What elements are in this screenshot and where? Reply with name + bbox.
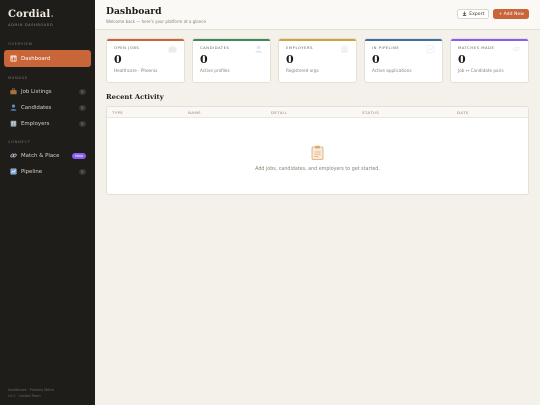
new-badge: New <box>72 152 86 159</box>
stat-accent-bar <box>193 39 270 41</box>
main-content: Dashboard Welcome back — here's your pla… <box>95 0 540 405</box>
brand-name[interactable]: Cordial. <box>8 9 87 20</box>
briefcase-icon <box>168 45 177 53</box>
link-icon <box>9 152 17 160</box>
sidebar-item-employers[interactable]: Employers 0 <box>4 116 91 131</box>
stat-note: Active applications <box>372 68 412 73</box>
stat-accent-bar <box>451 39 528 41</box>
brand: Cordial. Admin Dashboard <box>0 0 95 33</box>
stat-value: 0 <box>286 53 294 66</box>
building-icon <box>340 45 349 53</box>
section-label-connect: Connect <box>8 140 31 144</box>
building-icon <box>9 120 17 128</box>
chart-icon <box>9 55 17 63</box>
stat-accent-bar <box>107 39 184 41</box>
count-badge: 0 <box>78 104 86 111</box>
column-header-date[interactable]: Date <box>457 110 517 115</box>
briefcase-icon <box>9 88 17 96</box>
count-badge: 0 <box>78 120 86 127</box>
pipeline-icon <box>9 168 17 176</box>
stat-value: 0 <box>458 53 466 66</box>
person-icon <box>254 45 263 53</box>
add-new-button[interactable]: + Add New <box>493 9 529 19</box>
header-actions: Export + Add New <box>457 9 529 19</box>
count-badge: 0 <box>78 168 86 175</box>
stat-card-employers[interactable]: Employers 0 Registered orgs <box>278 38 357 83</box>
stat-note: Active profiles <box>200 68 230 73</box>
sidebar-item-dashboard[interactable]: Dashboard <box>4 50 91 67</box>
add-new-label: + Add New <box>498 11 524 17</box>
column-header-status[interactable]: Status <box>362 110 457 115</box>
pipeline-icon <box>426 45 435 53</box>
section-label-manage: Manage <box>8 76 28 80</box>
brand-subtitle: Admin Dashboard <box>8 23 54 27</box>
stat-card-in-pipeline[interactable]: In Pipeline 0 Active applications <box>364 38 443 83</box>
empty-state: Add jobs, candidates, and employers to g… <box>107 145 528 172</box>
stat-card-matches-made[interactable]: Matches Made 0 Job ↔ Candidate pairs <box>450 38 529 83</box>
export-button[interactable]: Export <box>457 9 490 19</box>
sidebar-item-label: Dashboard <box>21 55 51 62</box>
page-subtitle: Welcome back — here's your platform at a… <box>106 18 206 24</box>
export-label: Export <box>469 11 485 17</box>
column-header-detail[interactable]: Detail <box>271 110 362 115</box>
stat-note: Job ↔ Candidate pairs <box>458 68 504 73</box>
stat-value: 0 <box>114 53 122 66</box>
stat-value: 0 <box>200 53 208 66</box>
sidebar-item-job-listings[interactable]: Job Listings 0 <box>4 84 91 99</box>
table-header: Type Name Detail Status Date <box>107 107 528 118</box>
sidebar-item-label: Pipeline <box>21 168 43 175</box>
sidebar-item-label: Job Listings <box>21 88 52 95</box>
sidebar-item-match-place[interactable]: Match & Place New <box>4 148 91 163</box>
stat-card-open-jobs[interactable]: Open Jobs 0 Healthcare · Phoenix <box>106 38 185 83</box>
sidebar-footer: Healthcare · Phoenix Metro v1.0 · Cordia… <box>8 388 54 398</box>
stat-accent-bar <box>365 39 442 41</box>
page-header: Dashboard Welcome back — here's your pla… <box>95 0 540 30</box>
clipboard-icon <box>107 145 528 163</box>
sidebar-item-label: Match & Place <box>21 152 60 159</box>
recent-activity-title: Recent Activity <box>106 93 164 101</box>
column-header-type[interactable]: Type <box>112 110 188 115</box>
sidebar-item-pipeline[interactable]: Pipeline 0 <box>4 164 91 179</box>
stat-accent-bar <box>279 39 356 41</box>
sidebar: Cordial. Admin Dashboard Overview Dashbo… <box>0 0 95 405</box>
section-label-overview: Overview <box>8 42 33 46</box>
sidebar-item-label: Employers <box>21 120 50 127</box>
recent-activity-table: Type Name Detail Status Date Add jobs, c… <box>106 106 529 195</box>
stat-value: 0 <box>372 53 380 66</box>
stat-cards: Open Jobs 0 Healthcare · Phoenix Candida… <box>95 30 540 83</box>
person-icon <box>9 104 17 112</box>
count-badge: 0 <box>78 88 86 95</box>
link-icon <box>512 45 521 53</box>
empty-state-text: Add jobs, candidates, and employers to g… <box>255 167 380 172</box>
stat-card-candidates[interactable]: Candidates 0 Active profiles <box>192 38 271 83</box>
column-header-name[interactable]: Name <box>188 110 271 115</box>
sidebar-item-candidates[interactable]: Candidates 0 <box>4 100 91 115</box>
download-icon <box>462 11 467 18</box>
sidebar-item-label: Candidates <box>21 104 52 111</box>
stat-note: Healthcare · Phoenix <box>114 68 158 73</box>
stat-note: Registered orgs <box>286 68 319 73</box>
